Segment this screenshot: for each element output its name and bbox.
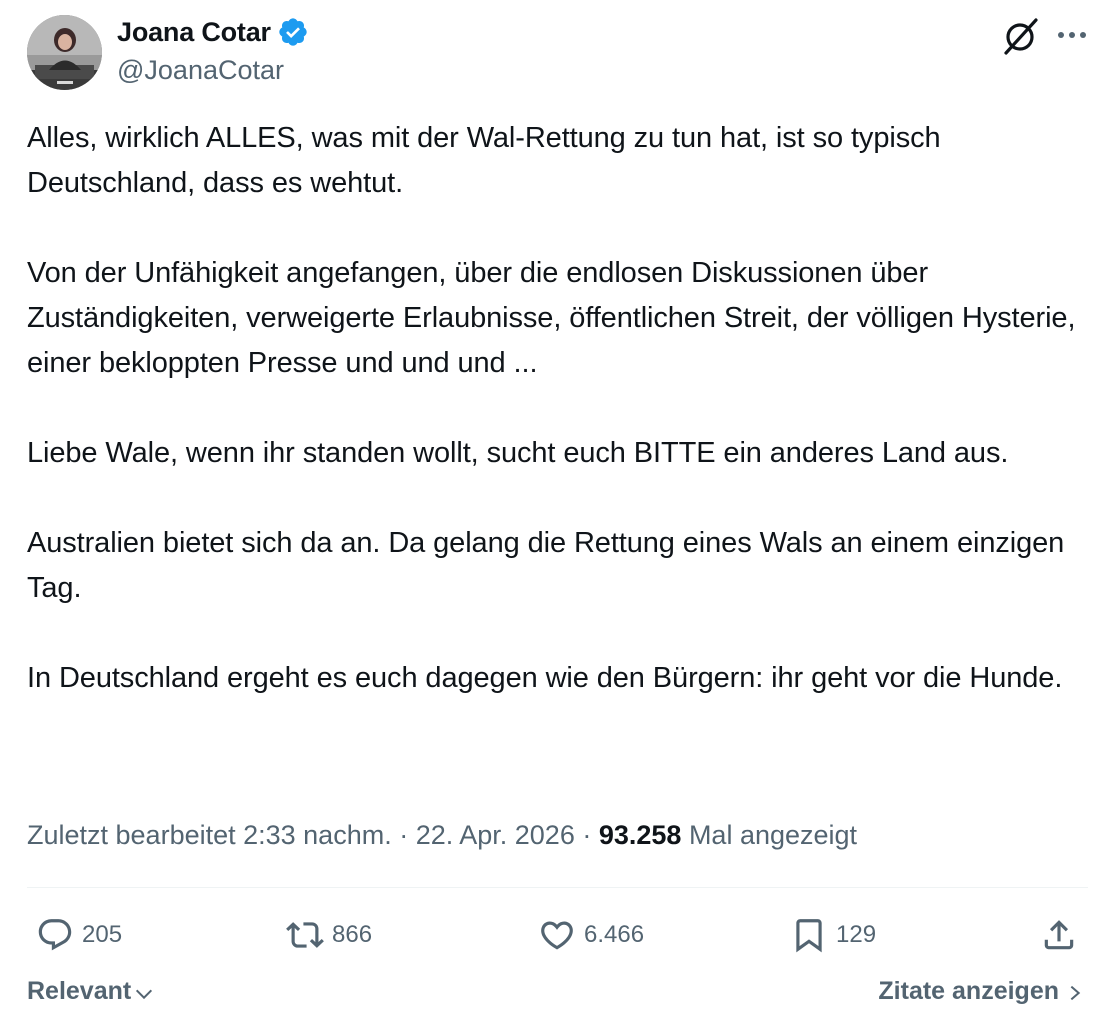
chevron-down-icon <box>136 989 153 999</box>
tweet: Joana Cotar @JoanaCotar Alles, wirklich … <box>0 0 1111 1031</box>
tweet-paragraph: Australien bietet sich da an. Da gelang … <box>27 527 1065 604</box>
avatar[interactable] <box>27 15 102 90</box>
display-name[interactable]: Joana Cotar <box>117 17 271 48</box>
chevron-right-icon <box>1070 985 1081 1001</box>
tweet-meta: Zuletzt bearbeitet 2:33 nachm. · 22. Apr… <box>27 820 857 851</box>
divider <box>27 887 1088 888</box>
bookmark-button[interactable]: 129 <box>790 912 876 958</box>
quotes-label: Zitate anzeigen <box>878 977 1059 1005</box>
reply-count: 205 <box>82 921 123 948</box>
more-icon[interactable] <box>1055 20 1089 50</box>
like-button[interactable]: 6.466 <box>538 912 644 958</box>
heart-icon <box>541 921 573 950</box>
share-button[interactable] <box>1040 912 1078 958</box>
repost-icon <box>286 922 324 948</box>
repost-count: 866 <box>332 921 373 948</box>
bookmark-count: 129 <box>836 921 877 948</box>
tweet-paragraph: Alles, wirklich ALLES, was mit der Wal-R… <box>27 122 941 199</box>
sort-dropdown[interactable]: Relevant <box>27 977 155 1006</box>
views-count: 93.258 <box>598 820 682 850</box>
verified-badge-icon[interactable] <box>277 16 309 48</box>
grok-icon[interactable] <box>1000 15 1042 57</box>
reply-button[interactable]: 205 <box>36 912 122 958</box>
view-quotes-link[interactable]: Zitate anzeigen <box>878 977 1085 1006</box>
sort-label: Relevant <box>27 977 132 1005</box>
edited-timestamp[interactable]: Zuletzt bearbeitet 2:33 nachm. · 22. Apr… <box>27 820 599 850</box>
tweet-paragraph: Liebe Wale, wenn ihr standen wollt, such… <box>27 437 1009 469</box>
tweet-paragraph: In Deutschland ergeht es euch dagegen wi… <box>27 662 1063 694</box>
like-count: 6.466 <box>584 921 645 948</box>
views-label: Mal angezeigt <box>681 820 858 850</box>
share-icon <box>1044 920 1074 950</box>
repost-button[interactable]: 866 <box>286 912 372 958</box>
bookmark-icon <box>796 919 822 953</box>
reply-icon <box>38 919 72 951</box>
avatar-image <box>27 15 102 90</box>
tweet-paragraph: Von der Unfähigkeit angefangen, über die… <box>27 257 1076 379</box>
tweet-text: Alles, wirklich ALLES, was mit der Wal-R… <box>27 116 1092 701</box>
handle[interactable]: @JoanaCotar <box>117 55 284 86</box>
